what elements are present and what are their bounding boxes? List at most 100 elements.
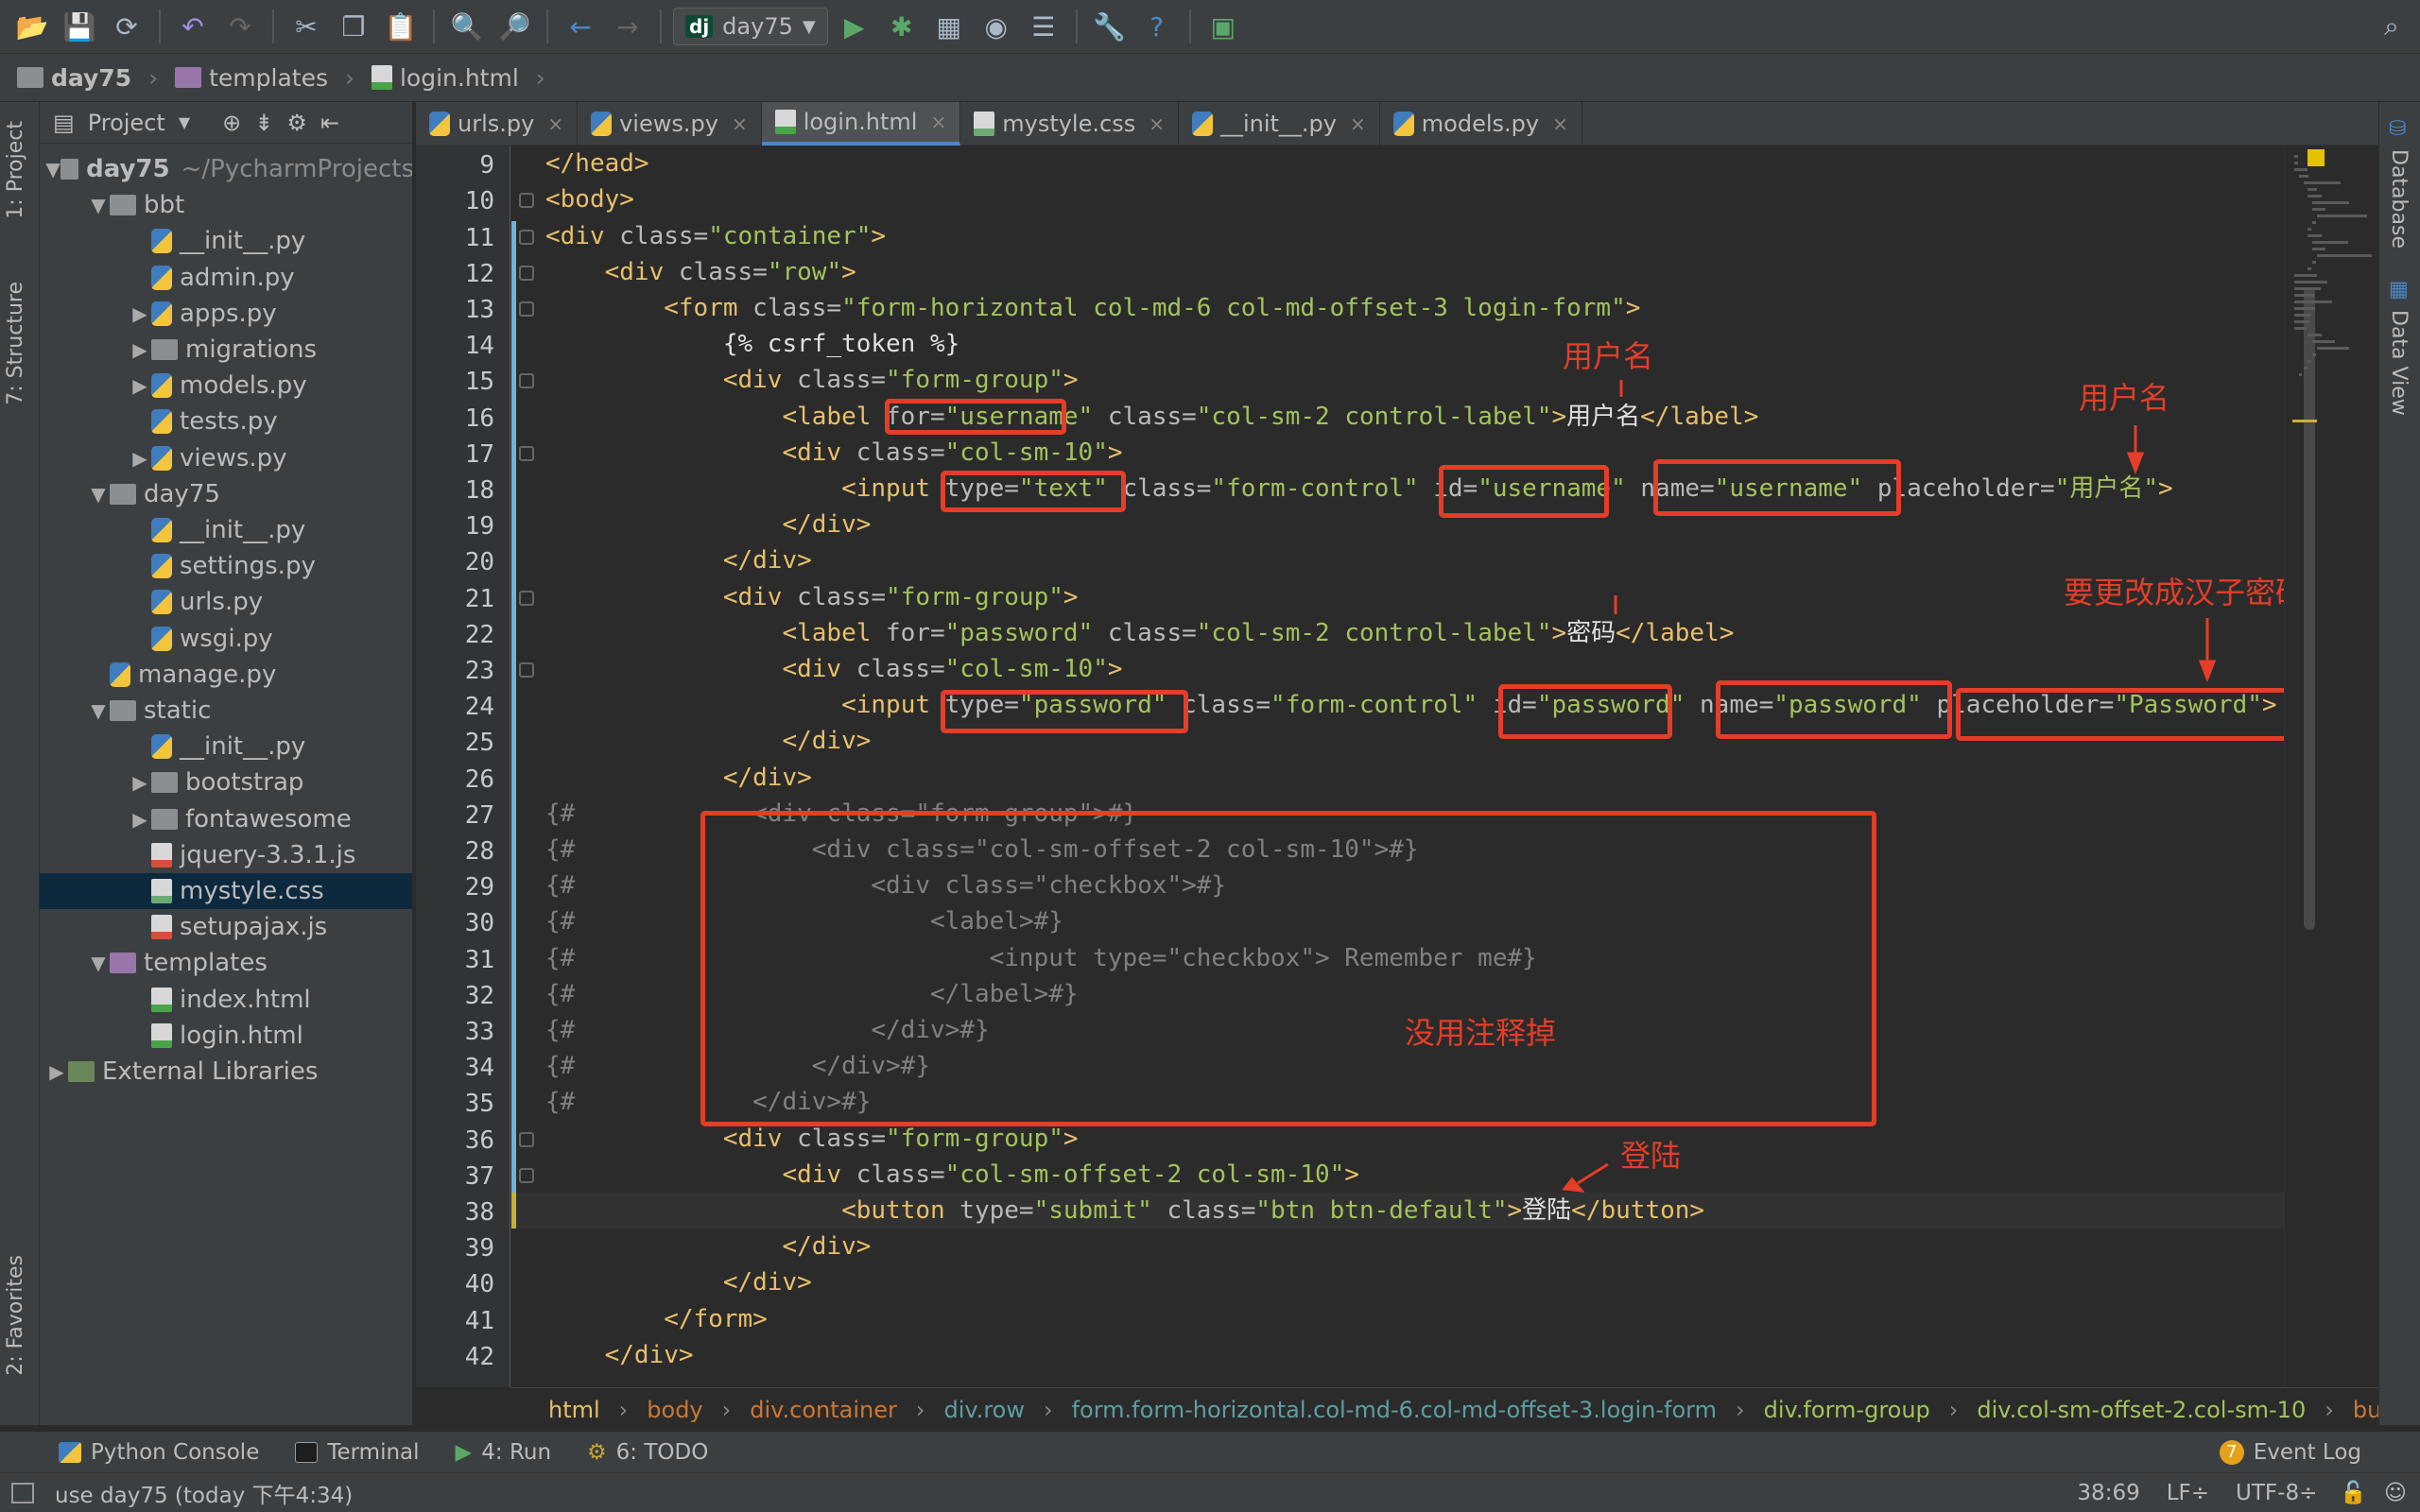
tree-item[interactable]: ▶ models.py (40, 368, 412, 404)
debug-icon[interactable]: ✱ (881, 6, 923, 47)
tree-item[interactable]: index.html (40, 982, 412, 1018)
event-log-tool[interactable]: 7 Event Log (2219, 1439, 2361, 1465)
structure-crumb[interactable]: div.container (750, 1397, 897, 1423)
lock-icon[interactable]: 🔓 (2340, 1480, 2367, 1505)
close-icon[interactable]: × (1552, 112, 1568, 135)
tree-item[interactable]: mystyle.css (40, 873, 412, 909)
file-encoding[interactable]: UTF-8÷ (2236, 1481, 2317, 1505)
tree-item[interactable]: jquery-3.3.1.js (40, 837, 412, 873)
tree-item[interactable]: ▼ static (40, 693, 412, 729)
close-icon[interactable]: × (1350, 112, 1366, 135)
project-tool-tab[interactable]: 1: Project (4, 121, 27, 219)
collapsed-arrow-icon[interactable]: ▶ (129, 771, 151, 794)
nav-crumb-templates[interactable]: templates (175, 64, 328, 92)
tree-item[interactable]: ▶ fontawesome (40, 801, 412, 837)
data-view-tool-tab[interactable]: Data View (2387, 310, 2411, 416)
tree-item[interactable]: setupajax.js (40, 909, 412, 945)
collapsed-arrow-icon[interactable]: ▶ (129, 374, 151, 397)
tree-item[interactable]: login.html (40, 1018, 412, 1054)
editor-tab[interactable]: mystyle.css × (960, 102, 1179, 146)
tree-item[interactable]: ▶ views.py (40, 440, 412, 476)
nav-crumb-file[interactable]: login.html (371, 64, 519, 92)
hide-panel-icon[interactable]: ⇤ (320, 110, 339, 136)
help-icon[interactable]: ? (1136, 6, 1178, 47)
profile-icon[interactable]: ◉ (976, 6, 1017, 47)
tree-item[interactable]: admin.py (40, 260, 412, 296)
favorites-tool-tab[interactable]: 2: Favorites (4, 1255, 27, 1376)
collapsed-arrow-icon[interactable]: ▶ (129, 808, 151, 831)
editor-tab[interactable]: __init__.py × (1179, 102, 1380, 146)
tasks-icon[interactable]: ☰ (1023, 6, 1064, 47)
expanded-arrow-icon[interactable]: ▼ (87, 952, 110, 974)
editor-tab[interactable]: login.html × (761, 102, 961, 146)
tree-item[interactable]: ▼ bbt (40, 187, 412, 223)
open-icon[interactable]: 📂 (11, 6, 53, 47)
structure-crumb[interactable]: div.form-group (1764, 1397, 1930, 1423)
expanded-arrow-icon[interactable]: ▼ (87, 483, 110, 506)
run-config-select[interactable]: dj day75 ▼ (673, 8, 828, 45)
database-tool-tab[interactable]: Database (2387, 149, 2411, 249)
collapsed-arrow-icon[interactable]: ▶ (129, 302, 151, 325)
collapse-all-icon[interactable]: ⇟ (254, 110, 273, 136)
tree-item[interactable]: __init__.py (40, 512, 412, 548)
close-icon[interactable]: × (930, 111, 946, 133)
expanded-arrow-icon[interactable]: ▼ (87, 699, 110, 722)
save-icon[interactable]: 💾 (59, 6, 100, 47)
vcs-icon[interactable]: ▣ (1202, 6, 1244, 47)
tree-item[interactable]: settings.py (40, 548, 412, 584)
editor-tab[interactable]: urls.py × (416, 102, 579, 146)
close-icon[interactable]: × (547, 112, 563, 135)
tree-item[interactable]: ▶ migrations (40, 332, 412, 368)
tree-item[interactable]: ▼ templates (40, 945, 412, 981)
editor-tab[interactable]: models.py × (1380, 102, 1582, 146)
tree-item[interactable]: ▶ apps.py (40, 296, 412, 332)
sync-icon[interactable]: ⟳ (106, 6, 147, 47)
coverage-icon[interactable]: ▦ (928, 6, 970, 47)
paste-icon[interactable]: 📋 (380, 6, 422, 47)
editor-minimap[interactable] (2284, 146, 2378, 1387)
cut-icon[interactable]: ✂ (285, 6, 327, 47)
structure-crumb[interactable]: div.row (943, 1397, 1025, 1423)
forward-icon[interactable]: → (607, 6, 648, 47)
structure-crumb[interactable]: body (647, 1397, 702, 1423)
tree-item[interactable]: urls.py (40, 584, 412, 620)
tree-item[interactable]: ▼ day75 ~/PycharmProjects (40, 151, 412, 187)
structure-crumb[interactable]: div.col-sm-offset-2.col-sm-10 (1977, 1397, 2306, 1423)
terminal-tool[interactable]: Terminal (295, 1440, 420, 1465)
redo-icon[interactable]: ↷ (219, 6, 261, 47)
find-icon[interactable]: 🔍 (446, 6, 488, 47)
undo-icon[interactable]: ↶ (172, 6, 214, 47)
copy-icon[interactable]: ❐ (333, 6, 374, 47)
gear-icon[interactable]: ⚙ (286, 110, 307, 136)
nav-crumb-project[interactable]: day75 (17, 64, 131, 92)
structure-tool-tab[interactable]: 7: Structure (4, 282, 27, 405)
editor-tab[interactable]: views.py × (578, 102, 762, 146)
collapsed-arrow-icon[interactable]: ▶ (45, 1060, 68, 1083)
line-separator[interactable]: LF÷ (2167, 1481, 2209, 1505)
run-tool[interactable]: ▶ 4: Run (456, 1440, 552, 1465)
tree-item[interactable]: ▶ External Libraries (40, 1054, 412, 1090)
tree-item[interactable]: ▼ day75 (40, 476, 412, 512)
scroll-from-source-icon[interactable]: ⊕ (222, 110, 241, 136)
tree-item[interactable]: manage.py (40, 657, 412, 693)
inspector-icon[interactable]: ☺ (2384, 1481, 2407, 1505)
caret-position[interactable]: 38:69 (2077, 1481, 2139, 1505)
todo-tool[interactable]: ⚙ 6: TODO (587, 1440, 708, 1465)
structure-crumb[interactable]: html (548, 1397, 600, 1423)
expanded-arrow-icon[interactable]: ▼ (87, 194, 110, 216)
tree-item[interactable]: ▶ bootstrap (40, 765, 412, 800)
run-icon[interactable]: ▶ (834, 6, 875, 47)
python-console-tool[interactable]: Python Console (59, 1440, 259, 1465)
structure-crumb[interactable]: form.form-horizontal.col-md-6.col-md-off… (1072, 1397, 1717, 1423)
chevron-down-icon[interactable]: ▼ (179, 113, 190, 131)
close-icon[interactable]: × (732, 112, 748, 135)
scrollbar-thumb[interactable] (2304, 287, 2315, 930)
tree-item[interactable]: __init__.py (40, 729, 412, 765)
expanded-arrow-icon[interactable]: ▼ (45, 158, 60, 180)
replace-icon[interactable]: 🔎 (493, 6, 535, 47)
tree-item[interactable]: tests.py (40, 404, 412, 439)
tree-item[interactable]: wsgi.py (40, 621, 412, 657)
structure-crumb[interactable]: button.btn.btn-default (2353, 1397, 2378, 1423)
search-icon[interactable]: ⌕ (2371, 6, 2412, 47)
tree-item[interactable]: __init__.py (40, 223, 412, 259)
